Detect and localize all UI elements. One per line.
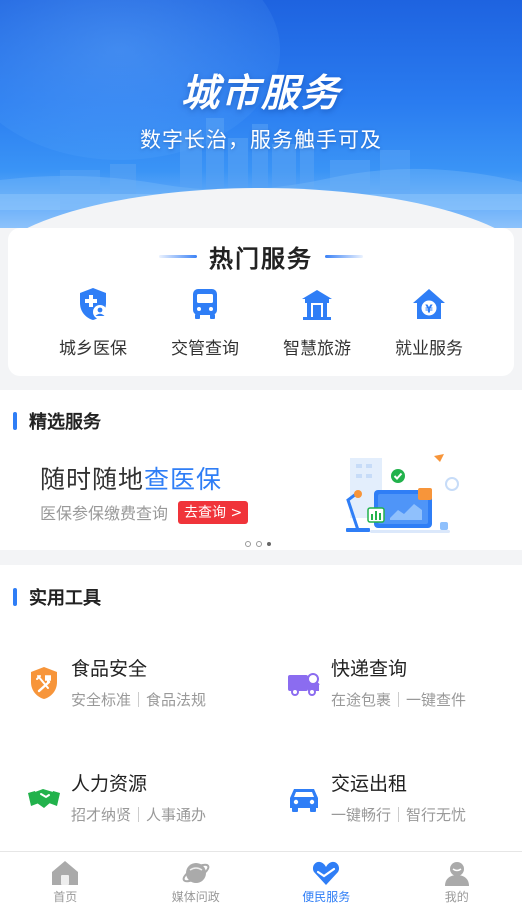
divider [398, 807, 400, 822]
featured-subtitle-row: 医保参保缴费查询 去查询 > [40, 500, 249, 524]
hot-services-card: 热门服务 城乡医保 交管查询 智慧旅游 ¥ 就业服务 [8, 228, 514, 376]
hot-service-label: 城乡医保 [59, 339, 127, 359]
section-accent-bar [13, 588, 17, 606]
medical-insurance-shield-icon [80, 288, 107, 320]
user-icon [444, 862, 469, 886]
divider [398, 692, 400, 707]
svg-text:¥: ¥ [425, 303, 433, 316]
carousel-dot-active[interactable] [267, 542, 271, 546]
handshake-icon [28, 789, 60, 808]
bottom-tab-bar: 首页 媒体问政 便民服务 我的 [0, 851, 522, 907]
banner-subtitle: 数字长治，服务触手可及 [140, 128, 382, 152]
tab-media-inquiry[interactable]: 媒体问政 [131, 852, 262, 907]
taxi-car-icon [290, 789, 318, 812]
tab-label: 媒体问政 [171, 890, 220, 904]
banner-title: 城市服务 [180, 71, 341, 115]
hot-service-label: 交管查询 [171, 339, 239, 359]
divider [138, 807, 140, 822]
tool-name: 人力资源 [71, 773, 148, 795]
section-accent-bar [13, 412, 17, 430]
planet-icon [182, 863, 210, 883]
featured-section-title: 精选服务 [29, 412, 101, 433]
tab-home[interactable]: 首页 [0, 852, 131, 907]
featured-section-header: 精选服务 [13, 408, 101, 434]
tool-name: 交运出租 [331, 773, 408, 795]
hot-services-list: 城乡医保 交管查询 智慧旅游 ¥ 就业服务 [8, 286, 514, 359]
bus-icon [193, 289, 217, 319]
tool-human-resources[interactable]: 人力资源 招才纳贤 人事通办 [27, 769, 206, 825]
hero-banner: 城市服务 数字长治，服务触手可及 [0, 0, 522, 228]
tools-section-header: 实用工具 [13, 584, 101, 610]
tab-mine[interactable]: 我的 [392, 852, 522, 907]
go-query-button[interactable]: 去查询 > [178, 500, 249, 524]
hot-services-header: 热门服务 [8, 240, 514, 273]
hot-service-employment[interactable]: ¥ 就业服务 [373, 286, 485, 359]
tool-desc: 一键畅行 智行无忧 [331, 804, 466, 825]
carousel-indicator [245, 541, 271, 547]
pavilion-icon [302, 290, 332, 320]
tool-express-query[interactable]: 快递查询 在途包裹 一键查件 [287, 654, 466, 710]
tool-desc-b: 人事通办 [146, 806, 207, 824]
tab-convenience-services[interactable]: 便民服务 [261, 852, 392, 907]
tool-desc-a: 在途包裹 [331, 691, 392, 709]
tool-desc: 招才纳贤 人事通办 [71, 804, 206, 825]
tab-label: 便民服务 [302, 890, 351, 904]
hot-service-label: 智慧旅游 [283, 339, 351, 359]
title-decoration-right [325, 254, 363, 258]
tool-desc-b: 一键查件 [406, 691, 467, 709]
hot-service-label: 就业服务 [395, 339, 463, 359]
featured-subtitle: 医保参保缴费查询 [40, 504, 169, 523]
tool-desc-b: 食品法规 [146, 691, 207, 709]
delivery-truck-icon [288, 673, 320, 696]
title-decoration-left [159, 254, 197, 258]
tool-desc-a: 招才纳贤 [71, 806, 132, 824]
tool-text: 食品安全 安全标准 食品法规 [71, 654, 206, 710]
featured-headline[interactable]: 随时随地查医保 [40, 460, 222, 496]
tool-text: 人力资源 招才纳贤 人事通办 [71, 769, 206, 825]
tool-desc: 安全标准 食品法规 [71, 689, 206, 710]
tool-desc-a: 安全标准 [71, 691, 132, 709]
carousel-dot[interactable] [256, 541, 262, 547]
tool-food-safety[interactable]: 食品安全 安全标准 食品法规 [27, 654, 206, 710]
tool-taxi[interactable]: 交运出租 一键畅行 智行无忧 [287, 769, 466, 825]
tool-text: 快递查询 在途包裹 一键查件 [331, 654, 466, 710]
hot-service-traffic[interactable]: 交管查询 [149, 286, 261, 359]
tool-desc: 在途包裹 一键查件 [331, 689, 466, 710]
data-dashboard-illustration [346, 454, 459, 533]
tool-desc-a: 一键畅行 [331, 806, 392, 824]
tools-section-title: 实用工具 [29, 588, 101, 609]
food-safety-shield-icon [31, 667, 57, 699]
home-icon [52, 861, 79, 885]
tab-label: 我的 [444, 890, 469, 904]
hot-services-title: 热门服务 [209, 244, 313, 273]
tool-name: 快递查询 [331, 658, 408, 680]
tool-text: 交运出租 一键畅行 智行无忧 [331, 769, 466, 825]
heart-hands-icon [313, 861, 340, 885]
yuan-house-icon: ¥ [413, 289, 445, 319]
tool-name: 食品安全 [71, 658, 148, 680]
tool-desc-b: 智行无忧 [406, 806, 467, 824]
tab-label: 首页 [53, 890, 78, 904]
divider [138, 692, 140, 707]
hot-service-tourism[interactable]: 智慧旅游 [261, 286, 373, 359]
featured-headline-prefix: 随时随地 [40, 465, 145, 494]
featured-headline-highlight: 查医保 [144, 465, 223, 494]
hot-service-medical-insurance[interactable]: 城乡医保 [37, 286, 149, 359]
carousel-dot[interactable] [245, 541, 251, 547]
